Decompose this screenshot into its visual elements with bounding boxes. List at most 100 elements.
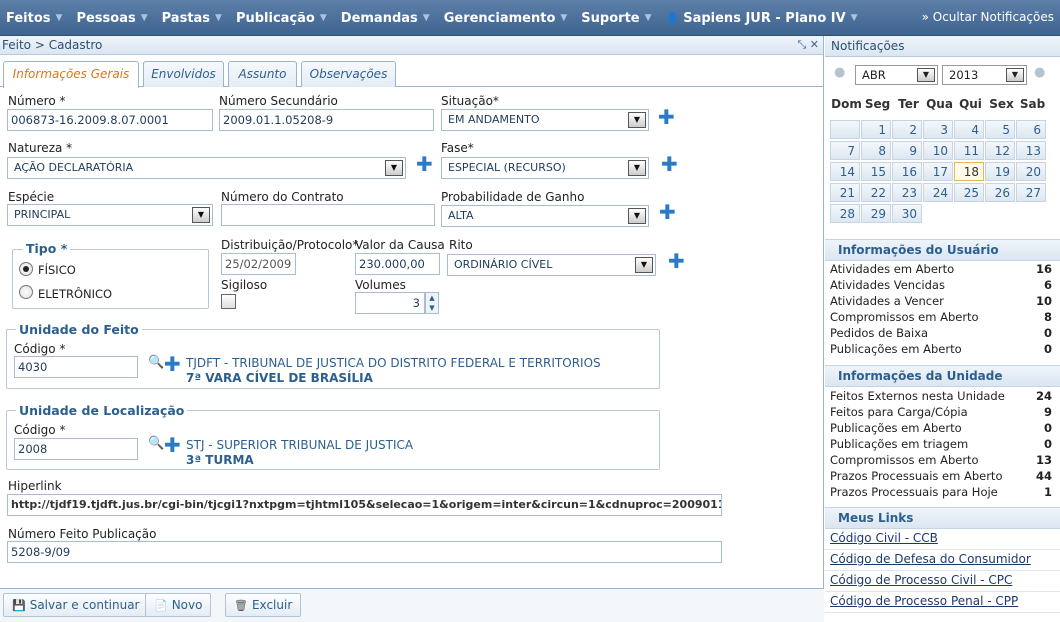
calendar-day[interactable]: 13: [1016, 141, 1046, 160]
quick-link[interactable]: Código de Defesa do Consumidor: [830, 552, 1031, 566]
menu-demandas[interactable]: Demandas ▼: [341, 11, 437, 26]
add-rito-icon[interactable]: ✚: [668, 251, 685, 271]
info-row[interactable]: Compromissos em Aberto 13: [830, 452, 1052, 468]
weekday-label: Dom: [831, 97, 862, 111]
quick-link[interactable]: Código de Processo Civil - CPC: [830, 573, 1012, 587]
save-continue-button[interactable]: 💾 Salvar e continuar: [3, 593, 149, 617]
hide-notifications-link[interactable]: » Ocultar Notificações: [922, 10, 1054, 24]
probabilidade-select[interactable]: ALTA ▼: [441, 205, 649, 227]
calendar-day[interactable]: 7: [830, 141, 860, 160]
publicacao-input[interactable]: 5208-9/09: [7, 541, 722, 563]
month-select[interactable]: ABR ▼: [855, 65, 938, 85]
numero-secundario-input[interactable]: 2009.01.1.05208-9: [219, 109, 434, 131]
calendar-day[interactable]: 20: [1016, 162, 1046, 181]
menu-publicacao[interactable]: Publicação ▼: [236, 11, 334, 26]
sigiloso-checkbox[interactable]: [221, 294, 236, 309]
quick-link[interactable]: Código Civil - CCB: [830, 531, 938, 545]
volumes-stepper[interactable]: ▲ ▼: [425, 292, 439, 314]
add-probabilidade-icon[interactable]: ✚: [659, 202, 676, 222]
quick-link[interactable]: Código de Processo Penal - CPP: [830, 594, 1018, 608]
tipo-eletronico-radio[interactable]: [19, 285, 33, 299]
info-row[interactable]: Pedidos de Baixa 0: [830, 325, 1052, 341]
search-icon[interactable]: 🔍: [148, 436, 164, 451]
menu-user[interactable]: 👤 Sapiens JUR - Plano IV ▼: [666, 11, 865, 26]
unidade-feito-codigo-input[interactable]: 4030: [14, 356, 138, 378]
calendar-day[interactable]: 21: [830, 183, 860, 202]
calendar-day[interactable]: 9: [892, 141, 922, 160]
add-situacao-icon[interactable]: ✚: [658, 107, 675, 127]
unidade-localizacao-codigo-input[interactable]: 2008: [14, 438, 138, 460]
calendar-day[interactable]: 25: [954, 183, 984, 202]
panel-controls[interactable]: ⤡ ✕: [797, 36, 819, 54]
fase-select[interactable]: ESPECIAL (RECURSO) ▼: [441, 157, 649, 179]
rito-select[interactable]: ORDINÁRIO CÍVEL ▼: [447, 254, 656, 276]
situacao-select[interactable]: EM ANDAMENTO ▼: [441, 109, 649, 131]
prev-month-icon[interactable]: ●: [834, 65, 845, 80]
menu-feitos[interactable]: Feitos ▼: [6, 11, 69, 26]
calendar-day[interactable]: 23: [892, 183, 922, 202]
numero-input[interactable]: 006873-16.2009.8.07.0001: [7, 109, 213, 131]
new-button[interactable]: 📄 Novo: [145, 593, 212, 617]
especie-select[interactable]: PRINCIPAL ▼: [7, 204, 213, 226]
calendar-day[interactable]: 12: [985, 141, 1015, 160]
calendar-day[interactable]: 4: [954, 120, 984, 139]
contrato-input[interactable]: [221, 204, 435, 226]
tab-assunto[interactable]: Assunto: [228, 61, 297, 87]
search-icon[interactable]: 🔍: [148, 355, 164, 370]
info-row[interactable]: Atividades a Vencer 10: [830, 293, 1052, 309]
valor-causa-input[interactable]: 230.000,00: [355, 253, 440, 275]
year-select[interactable]: 2013 ▼: [942, 65, 1027, 85]
info-row[interactable]: Publicações em Aberto 0: [830, 341, 1052, 357]
calendar-day[interactable]: 6: [1016, 120, 1046, 139]
info-row[interactable]: Compromissos em Aberto 8: [830, 309, 1052, 325]
tab-observacoes[interactable]: Observações: [301, 61, 396, 87]
calendar-day[interactable]: 5: [985, 120, 1015, 139]
info-row[interactable]: Feitos para Carga/Cópia 9: [830, 404, 1052, 420]
calendar-day[interactable]: 29: [861, 204, 891, 223]
menu-suporte[interactable]: Suporte ▼: [581, 11, 658, 26]
calendar-day[interactable]: 17: [923, 162, 953, 181]
volumes-input[interactable]: 3: [355, 292, 425, 314]
menu-gerenciamento[interactable]: Gerenciamento ▼: [444, 11, 575, 26]
info-row[interactable]: Publicações em Aberto 0: [830, 420, 1052, 436]
menu-pessoas[interactable]: Pessoas ▼: [76, 11, 154, 26]
calendar-day[interactable]: 8: [861, 141, 891, 160]
add-natureza-icon[interactable]: ✚: [416, 154, 433, 174]
add-unidade-localizacao-icon[interactable]: ✚: [164, 435, 181, 455]
calendar-day[interactable]: 22: [861, 183, 891, 202]
next-month-icon[interactable]: ●: [1034, 65, 1045, 80]
info-row[interactable]: Feitos Externos nesta Unidade 24: [830, 388, 1052, 404]
calendar-day[interactable]: 27: [1016, 183, 1046, 202]
tab-envolvidos[interactable]: Envolvidos: [143, 61, 224, 87]
calendar-day[interactable]: 30: [892, 204, 922, 223]
menu-pastas[interactable]: Pastas ▼: [162, 11, 229, 26]
natureza-select[interactable]: AÇÃO DECLARATÓRIA ▼: [7, 157, 406, 179]
info-row[interactable]: Atividades em Aberto 16: [830, 261, 1052, 277]
calendar-today[interactable]: 18: [954, 162, 984, 181]
tipo-fisico-radio[interactable]: [19, 262, 33, 276]
info-row[interactable]: Prazos Processuais para Hoje 1: [830, 484, 1052, 500]
calendar-day[interactable]: 3: [923, 120, 953, 139]
calendar-day[interactable]: 24: [923, 183, 953, 202]
calendar-day[interactable]: 16: [892, 162, 922, 181]
add-unidade-feito-icon[interactable]: ✚: [164, 354, 181, 374]
delete-button[interactable]: 🗑 Excluir: [225, 593, 302, 617]
calendar-day[interactable]: 15: [861, 162, 891, 181]
info-row[interactable]: Prazos Processuais em Aberto 44: [830, 468, 1052, 484]
distribuicao-input[interactable]: 25/02/2009: [221, 253, 296, 275]
tab-informacoes-gerais[interactable]: Informações Gerais: [3, 61, 139, 88]
stepper-down-icon[interactable]: ▼: [426, 303, 438, 313]
calendar-day[interactable]: 19: [985, 162, 1015, 181]
calendar-day[interactable]: 1: [861, 120, 891, 139]
info-row[interactable]: Publicações em triagem 0: [830, 436, 1052, 452]
hiperlink-input[interactable]: http://tjdf19.tjdft.jus.br/cgi-bin/tjcgi…: [7, 494, 722, 516]
stepper-up-icon[interactable]: ▲: [426, 293, 438, 303]
calendar-day[interactable]: 28: [830, 204, 860, 223]
calendar-day[interactable]: 10: [923, 141, 953, 160]
calendar-day[interactable]: 2: [892, 120, 922, 139]
calendar-day[interactable]: 26: [985, 183, 1015, 202]
calendar-day[interactable]: 11: [954, 141, 984, 160]
add-fase-icon[interactable]: ✚: [661, 154, 678, 174]
info-row[interactable]: Atividades Vencidas 6: [830, 277, 1052, 293]
calendar-day[interactable]: 14: [830, 162, 860, 181]
